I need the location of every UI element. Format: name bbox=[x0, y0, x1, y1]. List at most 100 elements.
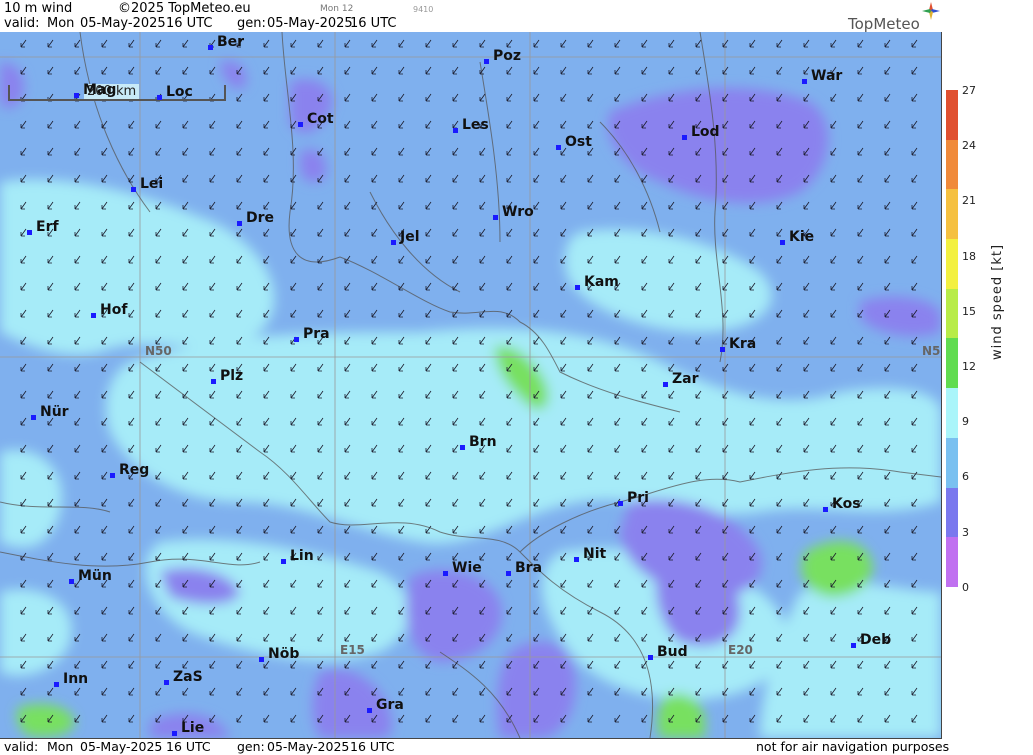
city-name: Nit bbox=[583, 546, 607, 562]
city-name: Hof bbox=[100, 302, 128, 318]
gen-date: 05-May-2025 bbox=[267, 16, 353, 31]
legend-swatch bbox=[946, 189, 958, 240]
city-marker-icon bbox=[69, 579, 74, 584]
city-label: Mün bbox=[69, 568, 112, 584]
wind-map-canvas bbox=[0, 32, 941, 738]
city-marker-icon bbox=[391, 240, 396, 245]
city-name: Kie bbox=[789, 229, 815, 245]
city-name: Dre bbox=[246, 210, 275, 226]
city-marker-icon bbox=[720, 347, 725, 352]
city-label: Jel bbox=[391, 229, 420, 245]
city-marker-icon bbox=[663, 382, 668, 387]
legend-tick-label: 0 bbox=[962, 580, 969, 594]
legend-tick-label: 27 bbox=[962, 84, 976, 97]
city-label: Loc bbox=[157, 84, 193, 100]
city-name: Lod bbox=[691, 124, 720, 140]
city-label: Brn bbox=[460, 434, 497, 450]
footer-valid-date: 05-May-2025 bbox=[80, 739, 163, 754]
footer-valid-label: valid: bbox=[4, 739, 39, 754]
header-bar: 10 m wind ©2025 TopMeteo.eu Mon 12 9410 … bbox=[0, 0, 942, 33]
city-label: Lin bbox=[281, 548, 314, 564]
topmeteo-logo: TopMeteo bbox=[848, 2, 940, 33]
field-low bbox=[497, 641, 576, 738]
legend-swatch bbox=[946, 288, 958, 339]
city-marker-icon bbox=[208, 45, 213, 50]
city-marker-icon bbox=[157, 95, 162, 100]
city-name: Jel bbox=[400, 229, 420, 245]
city-label: Plz bbox=[211, 368, 243, 384]
city-marker-icon bbox=[453, 128, 458, 133]
city-marker-icon bbox=[802, 79, 807, 84]
city-label: Ost bbox=[556, 134, 592, 150]
grid-label-n50-right: N5 bbox=[922, 344, 941, 358]
city-marker-icon bbox=[74, 93, 79, 98]
city-name: Mün bbox=[78, 568, 112, 584]
city-name: Gra bbox=[376, 697, 404, 713]
legend-swatch bbox=[946, 338, 958, 389]
city-name: Inn bbox=[63, 671, 89, 687]
city-marker-icon bbox=[506, 571, 511, 576]
city-marker-icon bbox=[556, 145, 561, 150]
city-name: Erf bbox=[36, 219, 59, 235]
valid-date: 05-May-2025 bbox=[80, 16, 166, 31]
city-name: Loc bbox=[166, 84, 193, 100]
city-label: Pri bbox=[618, 490, 649, 506]
legend-tick-label: 12 bbox=[962, 360, 976, 373]
city-marker-icon bbox=[443, 571, 448, 576]
legend-swatch bbox=[946, 388, 958, 438]
city-name: ZaS bbox=[173, 669, 203, 685]
legend-tick-label: 21 bbox=[962, 194, 976, 208]
city-name: Nöb bbox=[268, 646, 300, 662]
city-label: Dre bbox=[237, 210, 274, 226]
legend-tick-label: 3 bbox=[962, 525, 969, 539]
city-name: Cot bbox=[307, 111, 334, 127]
city-name: Bra bbox=[515, 560, 543, 576]
city-label: Lod bbox=[682, 124, 720, 140]
footer-gen-label: gen: bbox=[237, 739, 265, 754]
city-marker-icon bbox=[54, 682, 59, 687]
legend-tick-label: 6 bbox=[962, 470, 969, 484]
city-label: Bud bbox=[648, 644, 688, 660]
city-name: Reg bbox=[119, 462, 150, 478]
city-marker-icon bbox=[574, 557, 579, 562]
city-label: Lei bbox=[131, 176, 163, 192]
legend-tick-label: 15 bbox=[962, 304, 976, 318]
city-marker-icon bbox=[237, 221, 242, 226]
city-name: Poz bbox=[493, 48, 522, 64]
city-label: Poz bbox=[484, 48, 521, 64]
city-name: Lie bbox=[181, 720, 205, 736]
city-marker-icon bbox=[91, 313, 96, 318]
city-label: Bra bbox=[506, 560, 542, 576]
city-marker-icon bbox=[493, 215, 498, 220]
city-name: Pra bbox=[303, 326, 330, 342]
legend-swatch bbox=[946, 90, 958, 140]
city-marker-icon bbox=[211, 379, 216, 384]
legend-unit: wind speed [kt] bbox=[990, 243, 1005, 360]
city-marker-icon bbox=[131, 187, 136, 192]
valid-day: Mon bbox=[47, 16, 75, 31]
footer-valid-time: 16 UTC bbox=[166, 739, 211, 754]
logo-text: TopMeteo bbox=[848, 15, 920, 33]
grid-label-e20: E20 bbox=[728, 643, 753, 657]
legend-swatch bbox=[946, 537, 958, 587]
city-label: War bbox=[802, 68, 842, 84]
city-name: Pri bbox=[627, 490, 649, 506]
city-marker-icon bbox=[172, 731, 177, 736]
product-title: 10 m wind bbox=[4, 1, 73, 16]
city-label: Gra bbox=[367, 697, 404, 713]
city-marker-icon bbox=[484, 59, 489, 64]
city-marker-icon bbox=[298, 122, 303, 127]
grid-label-n50: N50 bbox=[145, 344, 172, 358]
city-label: Deb bbox=[851, 632, 891, 648]
city-name: Ber bbox=[217, 34, 245, 50]
city-name: War bbox=[811, 68, 843, 84]
city-label: Kam bbox=[575, 274, 619, 290]
legend-tick-label: 18 bbox=[962, 249, 976, 263]
city-label: Les bbox=[453, 117, 489, 133]
city-marker-icon bbox=[780, 240, 785, 245]
city-name: Kos bbox=[832, 496, 861, 512]
wind-map[interactable]: 200 km N50 N5 E15 E20 Ber Poz War Mag Loc Cot… bbox=[0, 32, 942, 738]
legend-swatch bbox=[946, 239, 958, 289]
legend-swatch bbox=[946, 437, 958, 488]
city-label: Nit bbox=[574, 546, 606, 562]
